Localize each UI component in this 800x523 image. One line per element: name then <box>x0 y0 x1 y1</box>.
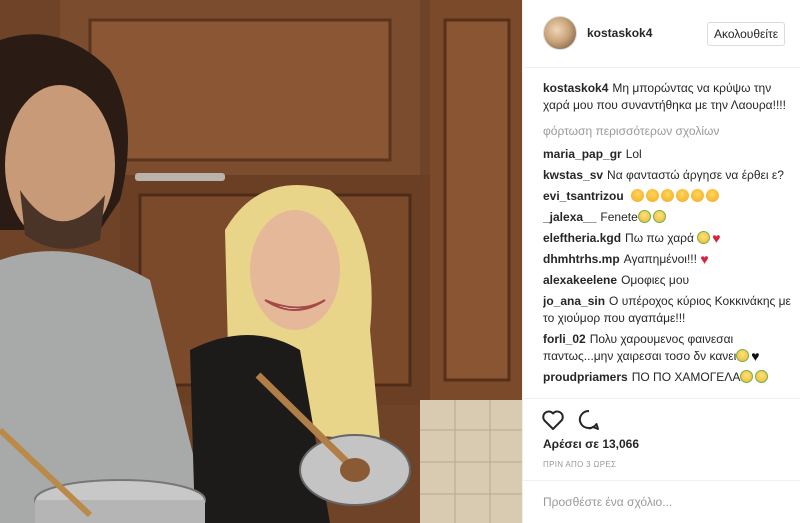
header-username[interactable]: kostaskok4 <box>587 26 652 40</box>
comment-item: maria_pap_gr Lol <box>543 146 793 163</box>
tears-of-joy-emoji <box>637 210 651 223</box>
caption-username[interactable]: kostaskok4 <box>543 81 608 95</box>
comment-item: jo_ana_sin Ο υπέροχος κύριος Κοκκινάκης μ… <box>543 293 793 327</box>
comment-text: Lol <box>625 147 642 161</box>
comment-username[interactable]: jo_ana_sin <box>543 294 605 308</box>
kiss-emoji <box>631 189 645 202</box>
add-comment-bar <box>523 480 800 523</box>
comment-item: kwstas_sv Να φανταστώ άργησε να έρθει ε? <box>543 167 793 184</box>
comment-username[interactable]: eleftheria.kgd <box>543 231 621 245</box>
tears-of-joy-emoji <box>755 370 769 383</box>
comment-item: dhmhtrhs.mp Αγαπημένοι!!! <box>543 251 793 268</box>
post-timestamp[interactable]: ΠΡΙΝ ΑΠΟ 3 ΩΡΕΣ <box>543 460 616 469</box>
comment-input[interactable] <box>543 493 783 511</box>
comment-username[interactable]: _jalexa__ <box>543 210 596 224</box>
post-actions: Αρέσει σε 13,066 ΠΡΙΝ ΑΠΟ 3 ΩΡΕΣ <box>523 398 800 523</box>
heart-emoji <box>712 230 725 247</box>
tears-of-joy-emoji <box>740 370 754 383</box>
tears-of-joy-emoji <box>697 231 711 244</box>
comment-username[interactable]: evi_tsantrizou <box>543 189 624 203</box>
comment-item: proudpriamers ΠΟ ΠΟ ΧΑΜΟΓΕΛΑ <box>543 369 793 386</box>
kiss-emoji <box>646 189 660 202</box>
comment-text: Πω πω χαρά <box>625 231 694 245</box>
tears-of-joy-emoji <box>736 349 750 362</box>
comment-item: _jalexa__ Fenete <box>543 209 793 226</box>
black-heart-emoji <box>751 348 764 365</box>
comment-username[interactable]: maria_pap_gr <box>543 147 622 161</box>
comment-username[interactable]: alexakeelene <box>543 273 617 287</box>
comment-username[interactable]: dhmhtrhs.mp <box>543 252 620 266</box>
load-more-comments-link[interactable]: φόρτωση περισσότερων σχολίων <box>543 124 793 138</box>
comment-username[interactable]: proudpriamers <box>543 370 628 384</box>
comment-item: alexakeelene Ομοφιες μου <box>543 272 793 289</box>
comment-username[interactable]: forli_02 <box>543 332 586 346</box>
speech-bubble-icon[interactable] <box>577 409 601 431</box>
follow-button[interactable]: Ακολουθείτε <box>707 22 786 46</box>
comments-list[interactable]: kostaskok4 Μη μπορώντας να κρύψω την χαρά… <box>543 80 793 398</box>
kiss-emoji <box>691 189 705 202</box>
kiss-emoji <box>661 189 675 202</box>
comment-text: Fenete <box>600 210 638 224</box>
comment-username[interactable]: kwstas_sv <box>543 168 603 182</box>
heart-outline-icon[interactable] <box>541 409 565 431</box>
photo-illustration <box>0 0 522 523</box>
tears-of-joy-emoji <box>652 210 666 223</box>
comment-text: Να φανταστώ άργησε να έρθει ε? <box>607 168 784 182</box>
comment-text: ΠΟ ΠΟ ΧΑΜΟΓΕΛΑ <box>631 370 741 384</box>
caption: kostaskok4 Μη μπορώντας να κρύψω την χαρά… <box>543 80 793 114</box>
comment-item: evi_tsantrizou <box>543 188 793 205</box>
post-sidebar: kostaskok4 Ακολουθείτε kostaskok4 Μη μπορ… <box>522 0 800 523</box>
post-header: kostaskok4 Ακολουθείτε <box>523 0 800 68</box>
heart-emoji <box>700 251 713 268</box>
post-photo[interactable] <box>0 0 522 523</box>
kiss-emoji <box>676 189 690 202</box>
avatar[interactable] <box>543 16 577 50</box>
comment-text: Αγαπημένοι!!! <box>623 252 697 266</box>
comment-text: Ομοφιες μου <box>621 273 690 287</box>
comment-item: forli_02 Πολυ χαρουμενος φαινεσαι παντως.… <box>543 331 793 365</box>
comment-item: eleftheria.kgd Πω πω χαρά <box>543 230 793 247</box>
likes-count[interactable]: Αρέσει σε 13,066 <box>543 437 639 451</box>
kiss-emoji <box>706 189 720 202</box>
